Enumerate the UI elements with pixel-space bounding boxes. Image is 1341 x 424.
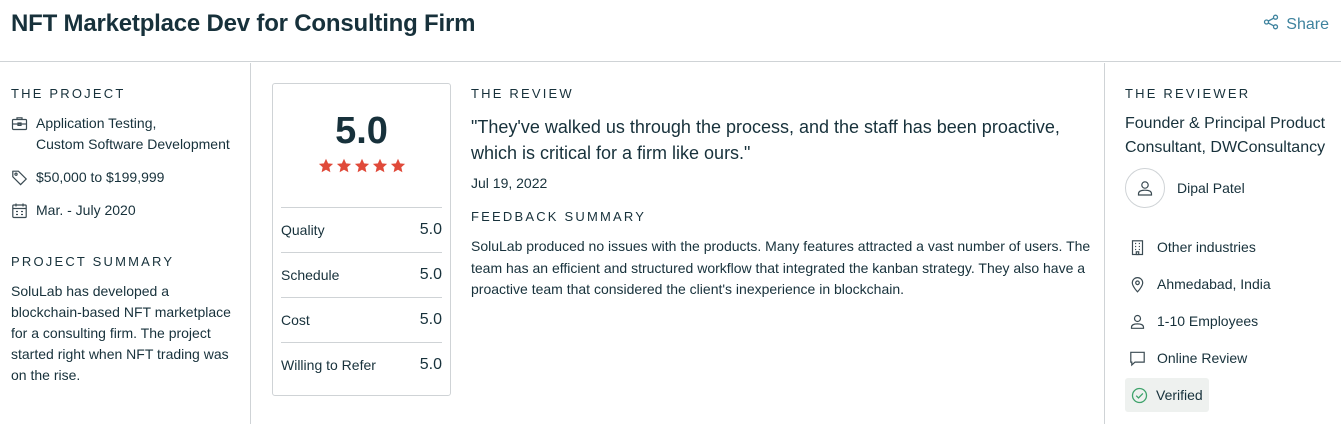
project-budget: $50,000 to $199,999 (11, 167, 164, 188)
star-icon (318, 158, 334, 173)
location-pin-icon (1131, 277, 1144, 293)
rating-value: 5.0 (419, 356, 442, 373)
rating-value: 5.0 (419, 266, 442, 283)
feedback-summary-heading: FEEDBACK SUMMARY (471, 209, 647, 224)
feedback-summary-text: SoluLab produced no issues with the prod… (471, 238, 1091, 297)
reviewer-location: Ahmedabad, India (1129, 274, 1271, 295)
overall-score: 5.0 (335, 110, 388, 152)
reviewer-role: Founder & Principal Product Consultant, … (1125, 115, 1326, 156)
rating-row: Quality 5.0 (281, 207, 442, 252)
verified-label: Verified (1156, 387, 1203, 403)
share-label: Share (1286, 15, 1329, 33)
rating-row: Cost 5.0 (281, 297, 442, 342)
budget-text: $50,000 to $199,999 (36, 169, 165, 185)
ratings-card: 5.0 Quality 5.0 Schedule 5.0 Cost 5.0 Willing … (272, 83, 451, 396)
reviewer-company-size: 1-10 Employees (1129, 311, 1258, 332)
star-icon (354, 158, 370, 173)
review-header: NFT Marketplace Dev for Consulting Firm … (0, 0, 1341, 62)
star-rating (318, 158, 406, 174)
rating-value: 5.0 (419, 311, 442, 328)
rating-label: Quality (281, 222, 325, 238)
share-button[interactable]: Share (1263, 14, 1329, 35)
chat-bubble-icon (1130, 351, 1145, 367)
project-heading: THE PROJECT (11, 86, 126, 101)
user-icon (1137, 181, 1153, 196)
briefcase-icon (11, 117, 28, 131)
services-line-1: Application Testing, (36, 115, 157, 131)
reviewer-heading: THE REVIEWER (1125, 86, 1251, 101)
reviewer-industry: Other industries (1129, 237, 1256, 258)
share-icon (1263, 14, 1279, 35)
star-icon (390, 158, 406, 173)
calendar-icon (12, 203, 27, 219)
price-tag-icon (12, 170, 28, 186)
timeline-text: Mar. - July 2020 (36, 202, 136, 218)
reviewer-review-type: Online Review (1129, 348, 1247, 369)
star-icon (372, 158, 388, 173)
project-services: Application Testing, Custom Software Dev… (11, 113, 230, 155)
project-timeline: Mar. - July 2020 (11, 200, 136, 221)
page-title: NFT Marketplace Dev for Consulting Firm (11, 10, 476, 37)
review-type-text: Online Review (1157, 350, 1248, 366)
project-column: THE PROJECT Application Testing, Custom … (0, 63, 251, 424)
verified-badge: Verified (1125, 378, 1209, 412)
check-circle-icon (1131, 387, 1148, 403)
building-icon (1131, 240, 1144, 256)
review-heading: THE REVIEW (471, 86, 574, 101)
person-icon (1130, 314, 1145, 329)
project-summary-heading: PROJECT SUMMARY (11, 254, 175, 269)
reviewer-name: Dipal Patel (1177, 180, 1245, 196)
rating-row: Willing to Refer 5.0 (281, 342, 442, 387)
rating-label: Schedule (281, 267, 340, 283)
star-icon (336, 158, 352, 173)
industry-text: Other industries (1157, 239, 1256, 255)
services-line-2: Custom Software Development (36, 136, 230, 152)
rating-label: Cost (281, 312, 310, 328)
reviewer-identity: Dipal Patel (1125, 168, 1245, 208)
review-quote: "They've walked us through the process, … (471, 117, 1060, 163)
rating-row: Schedule 5.0 (281, 252, 442, 297)
company-size-text: 1-10 Employees (1157, 313, 1259, 329)
rating-value: 5.0 (419, 221, 442, 238)
avatar (1125, 168, 1165, 208)
location-text: Ahmedabad, India (1157, 276, 1271, 292)
project-summary-text: SoluLab has developed a blockchain-based… (11, 283, 231, 383)
review-date: Jul 19, 2022 (471, 175, 548, 191)
rating-label: Willing to Refer (281, 357, 376, 373)
reviewer-column: THE REVIEWER Founder & Principal Product… (1104, 63, 1341, 424)
